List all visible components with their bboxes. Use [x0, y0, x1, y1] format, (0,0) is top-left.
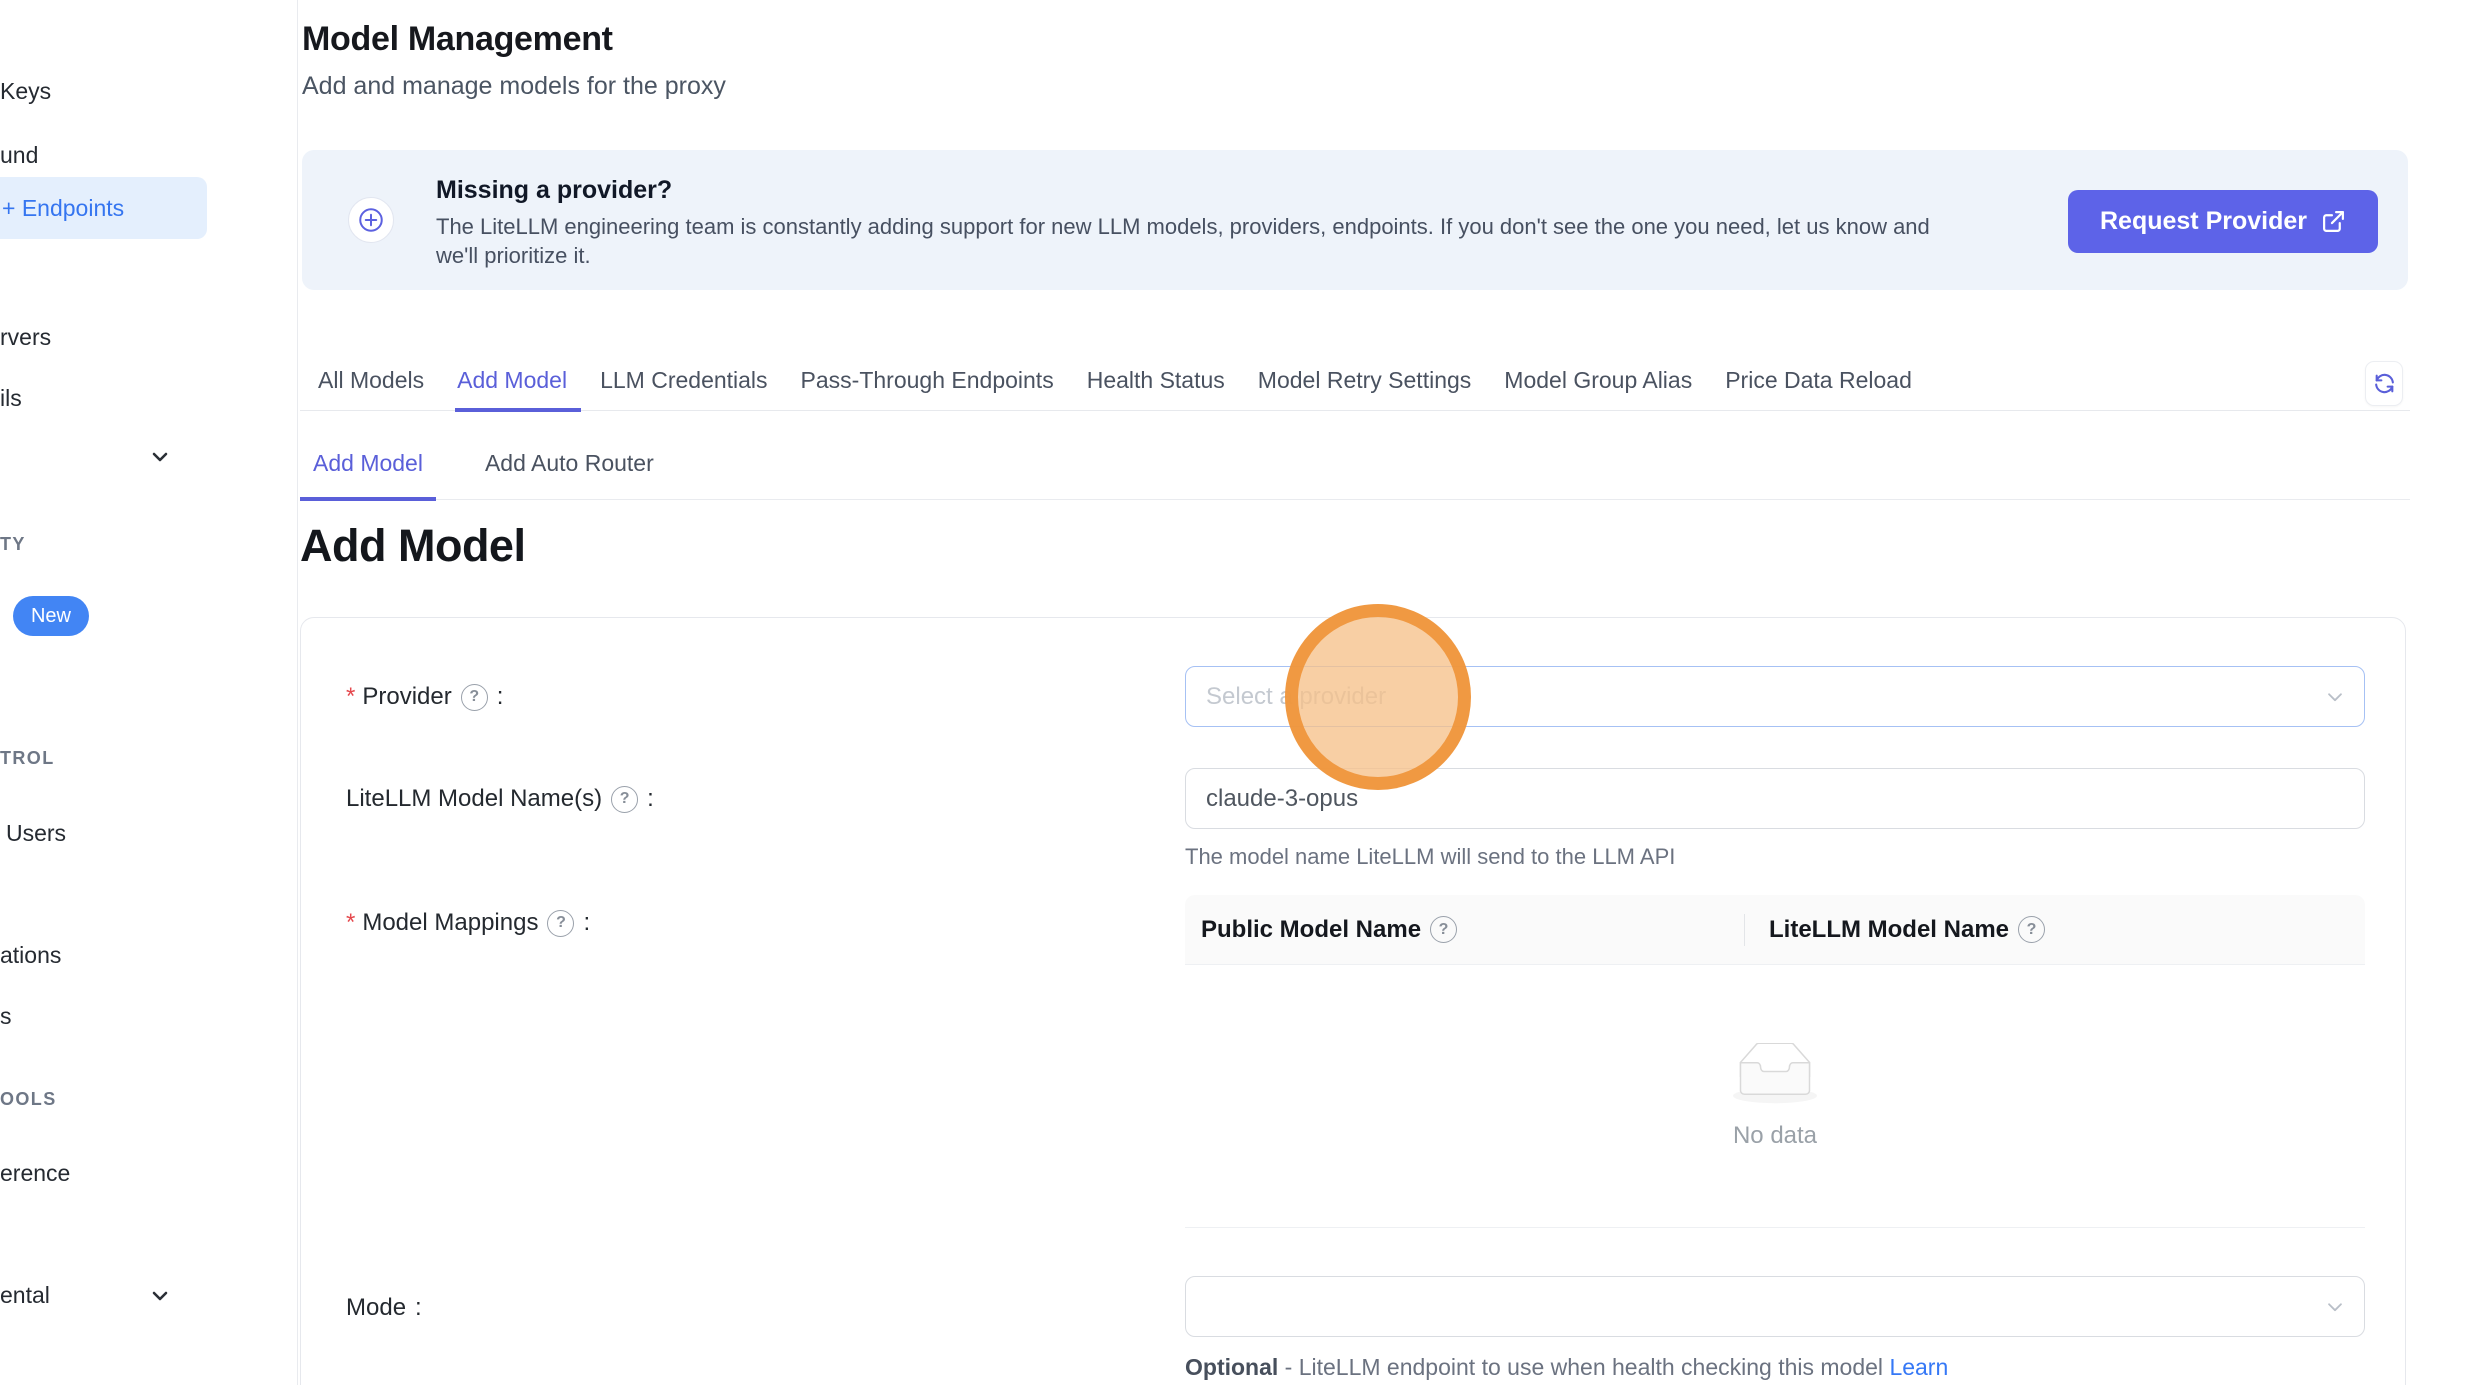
- page-title: Model Management: [302, 20, 613, 59]
- no-data-text: No data: [1733, 1122, 1817, 1150]
- sidebar-section-label: TROL: [0, 748, 55, 769]
- tab-all-models[interactable]: All Models: [316, 358, 426, 411]
- sidebar-item-users[interactable]: Users: [6, 820, 66, 847]
- banner-body-line2: we'll prioritize it.: [436, 241, 1930, 270]
- sidebar: Keys und + Endpoints rvers ils TY New TR…: [0, 0, 298, 1385]
- subtab-add-model[interactable]: Add Model: [300, 430, 436, 500]
- table-header-row: Public Model Name ? LiteLLM Model Name ?: [1185, 895, 2365, 965]
- tab-model-group-alias[interactable]: Model Group Alias: [1502, 358, 1694, 411]
- model-name-help-text: The model name LiteLLM will send to the …: [1185, 844, 1675, 870]
- model-mappings-label: * Model Mappings ? :: [346, 909, 590, 937]
- tab-model-retry-settings[interactable]: Model Retry Settings: [1256, 358, 1473, 411]
- chevron-down-icon: [2324, 1296, 2346, 1323]
- subtab-add-auto-router[interactable]: Add Auto Router: [472, 430, 667, 500]
- request-provider-button[interactable]: Request Provider: [2068, 190, 2378, 253]
- sidebar-item-models-endpoints[interactable]: + Endpoints: [0, 177, 207, 239]
- sidebar-item-keys[interactable]: Keys: [0, 78, 51, 105]
- provider-label-text: Provider: [362, 683, 451, 711]
- mode-label-text: Mode: [346, 1294, 406, 1322]
- add-model-heading: Add Model: [300, 520, 525, 572]
- sidebar-section-label: TY: [0, 534, 26, 555]
- external-link-icon: [2321, 209, 2346, 234]
- request-provider-label: Request Provider: [2100, 207, 2307, 236]
- tab-llm-credentials[interactable]: LLM Credentials: [598, 358, 769, 411]
- required-asterisk: *: [346, 683, 355, 711]
- column-header-public-model-name: Public Model Name ?: [1185, 895, 1745, 965]
- empty-inbox-icon: [1727, 1043, 1823, 1110]
- help-icon[interactable]: ?: [1430, 916, 1457, 943]
- mode-label: Mode :: [346, 1294, 422, 1322]
- tab-add-model[interactable]: Add Model: [455, 358, 569, 411]
- subtab-bar: Add Model Add Auto Router: [300, 430, 2410, 500]
- required-asterisk: *: [346, 909, 355, 937]
- column-header-label: Public Model Name: [1201, 916, 1421, 944]
- colon: :: [415, 1294, 422, 1322]
- table-empty-state: No data: [1185, 965, 2365, 1228]
- sidebar-item-experimental[interactable]: ental: [0, 1282, 50, 1309]
- sidebar-item-servers[interactable]: rvers: [0, 324, 51, 351]
- app-root: Keys und + Endpoints rvers ils TY New TR…: [0, 0, 2477, 1385]
- provider-select[interactable]: Select a provider: [1185, 666, 2365, 727]
- help-icon[interactable]: ?: [611, 786, 638, 813]
- mode-help-body: - LiteLLM endpoint to use when health ch…: [1278, 1354, 1889, 1380]
- sidebar-section-label: OOLS: [0, 1089, 57, 1110]
- banner-body: The LiteLLM engineering team is constant…: [436, 212, 1930, 270]
- missing-provider-banner: Missing a provider? The LiteLLM engineer…: [302, 150, 2408, 290]
- help-icon[interactable]: ?: [2018, 916, 2045, 943]
- banner-body-line1: The LiteLLM engineering team is constant…: [436, 212, 1930, 241]
- tab-pass-through-endpoints[interactable]: Pass-Through Endpoints: [799, 358, 1056, 411]
- mode-help-prefix: Optional: [1185, 1354, 1278, 1380]
- model-name-input[interactable]: [1185, 768, 2365, 829]
- page-subtitle: Add and manage models for the proxy: [302, 72, 726, 101]
- help-icon[interactable]: ?: [547, 910, 574, 937]
- model-mappings-label-text: Model Mappings: [362, 909, 538, 937]
- refresh-icon: [2372, 371, 2397, 396]
- new-badge: New: [13, 596, 89, 636]
- provider-placeholder: Select a provider: [1206, 683, 1386, 711]
- chevron-down-icon[interactable]: [148, 445, 172, 474]
- tab-bar: All Models Add Model LLM Credentials Pas…: [300, 358, 2410, 411]
- colon: :: [497, 683, 504, 711]
- colon: :: [583, 909, 590, 937]
- sidebar-item-reference[interactable]: erence: [0, 1160, 70, 1187]
- mode-help-text: Optional - LiteLLM endpoint to use when …: [1185, 1354, 1948, 1381]
- model-name-label-text: LiteLLM Model Name(s): [346, 785, 602, 813]
- sidebar-item-guardrails[interactable]: ils: [0, 385, 22, 412]
- tab-price-data-reload[interactable]: Price Data Reload: [1723, 358, 1914, 411]
- chevron-down-icon: [2324, 686, 2346, 713]
- refresh-button[interactable]: [2365, 361, 2403, 406]
- colon: :: [647, 785, 654, 813]
- sidebar-item-organizations[interactable]: ations: [0, 942, 61, 969]
- column-header-litellm-model-name: LiteLLM Model Name ?: [1745, 916, 2045, 944]
- sidebar-item-teams[interactable]: s: [0, 1003, 12, 1030]
- provider-label: * Provider ? :: [346, 683, 503, 711]
- plus-circle-icon: [348, 197, 394, 243]
- help-icon[interactable]: ?: [461, 684, 488, 711]
- chevron-down-icon[interactable]: [148, 1284, 172, 1313]
- mode-select[interactable]: [1185, 1276, 2365, 1337]
- banner-title: Missing a provider?: [436, 176, 672, 205]
- tab-health-status[interactable]: Health Status: [1085, 358, 1227, 411]
- main-content: Model Management Add and manage models f…: [300, 0, 2410, 1385]
- sidebar-item-playground[interactable]: und: [0, 142, 38, 169]
- column-header-label: LiteLLM Model Name: [1769, 916, 2009, 944]
- learn-link[interactable]: Learn: [1889, 1354, 1948, 1380]
- model-mappings-table: Public Model Name ? LiteLLM Model Name ?: [1185, 895, 2365, 1228]
- model-name-label: LiteLLM Model Name(s) ? :: [346, 785, 654, 813]
- sidebar-item-label: + Endpoints: [2, 195, 124, 222]
